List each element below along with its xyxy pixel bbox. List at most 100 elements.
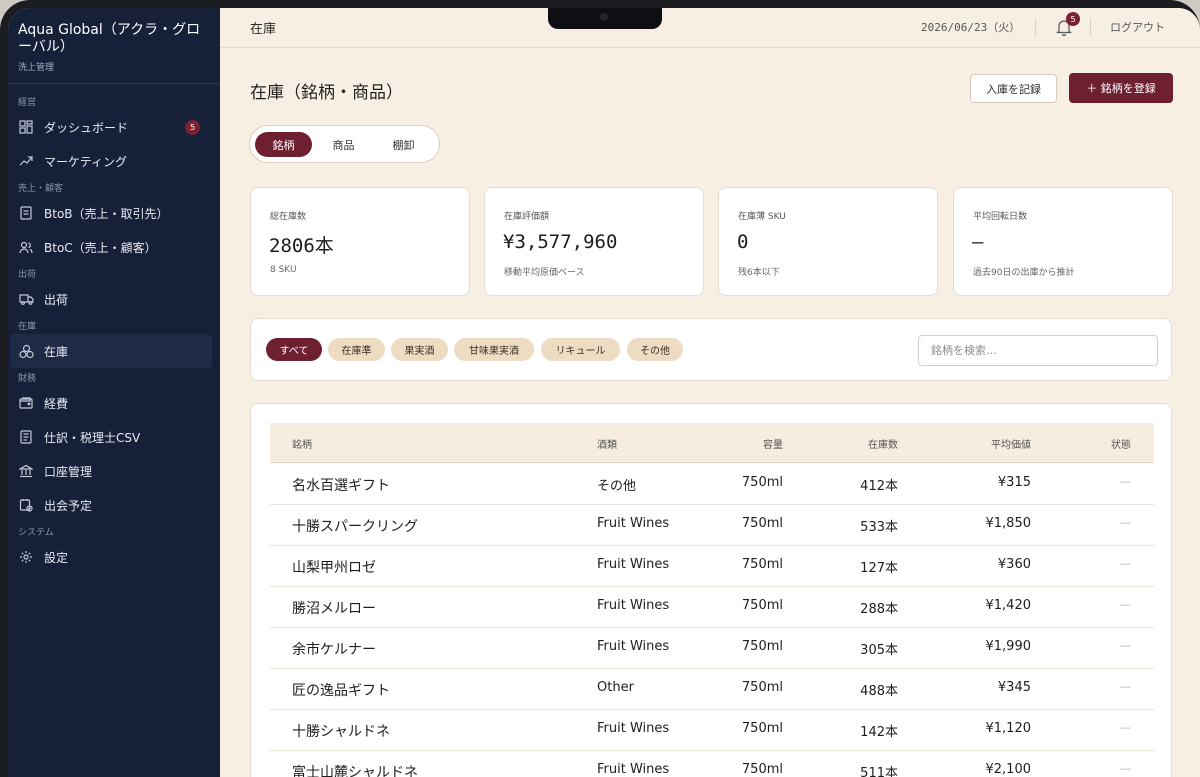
stat-card-total-stock: 総在庫数 2806本 8 SKU — [250, 187, 470, 296]
column-header-brand[interactable]: 銘柄 — [292, 436, 312, 451]
filter-chip-zaiko[interactable]: 在庫準 — [328, 338, 385, 361]
stat-label: 総在庫数 — [270, 212, 307, 222]
stat-subtext: 移動平均原価ベース — [504, 268, 585, 278]
sidebar-item-btoc[interactable]: BtoC（売上・顧客） — [8, 230, 220, 264]
divider — [1035, 18, 1036, 36]
table-row[interactable]: 勝沼メルロー Fruit Wines 750ml 288本 ¥1,420 — — [270, 587, 1154, 628]
cell-type: Fruit Wines — [597, 762, 670, 777]
cell-type: Other — [597, 680, 634, 695]
sidebar-item-inventory[interactable]: 在庫 — [10, 334, 212, 368]
cell-brand: 勝沼メルロー — [292, 601, 376, 617]
brand: Aqua Global（アクラ・グローバル） 洗上管理 — [8, 8, 220, 84]
stat-value: 0 — [737, 231, 749, 253]
filter-chip-fruit-wine[interactable]: 果実酒 — [391, 338, 448, 361]
column-header-type[interactable]: 酒類 — [597, 436, 617, 451]
sidebar-item-label: BtoC（売上・顧客） — [44, 240, 157, 255]
cell-avg-price: ¥315 — [997, 475, 1031, 490]
sidebar: Aqua Global（アクラ・グローバル） 洗上管理 経営 ダッシュボード 5… — [8, 8, 220, 777]
stat-card-turnover: 平均回転日数 — 過去90日の出庫から推計 — [953, 187, 1173, 296]
cell-stock: 533本 — [860, 520, 898, 535]
gear-icon — [18, 549, 34, 565]
table-row[interactable]: 山梨甲州ロゼ Fruit Wines 750ml 127本 ¥360 — — [270, 546, 1154, 587]
cell-type: Fruit Wines — [597, 557, 670, 572]
cell-avg-price: ¥1,420 — [985, 598, 1032, 613]
filter-chip-other[interactable]: その他 — [627, 338, 683, 361]
cell-volume: 750ml — [741, 680, 783, 695]
sidebar-item-schedule[interactable]: 出会予定 — [8, 488, 220, 522]
header-date: 2026/06/23（火） — [921, 21, 1021, 34]
tab-products[interactable]: 商品 — [316, 132, 371, 157]
cell-status: — — [1120, 598, 1131, 611]
cell-avg-price: ¥1,850 — [985, 516, 1032, 531]
app-name: Aqua Global（アクラ・グローバル） — [18, 22, 201, 55]
cell-brand: 匠の逸品ギフト — [292, 683, 390, 699]
cell-stock: 142本 — [860, 725, 898, 740]
filter-chip-liqueur[interactable]: リキュール — [541, 338, 620, 361]
cell-volume: 750ml — [741, 516, 783, 531]
column-header-avg-price[interactable]: 平均価値 — [991, 436, 1031, 451]
section-label-shipping: 出荷 — [18, 270, 37, 280]
sidebar-item-expenses[interactable]: 経費 — [8, 386, 220, 420]
sidebar-item-label: 経費 — [44, 396, 69, 411]
header-title: 在庫 — [250, 22, 277, 37]
tab-stocktake[interactable]: 棚卸 — [376, 132, 431, 157]
sidebar-item-accounts[interactable]: 口座管理 — [8, 454, 220, 488]
cell-stock: 488本 — [860, 684, 898, 699]
section-label-finance: 財務 — [18, 374, 37, 384]
column-header-volume[interactable]: 容量 — [763, 436, 783, 451]
register-brand-button[interactable]: ＋ 銘柄を登録 — [1069, 73, 1173, 103]
table-row[interactable]: 匠の逸品ギフト Other 750ml 488本 ¥345 — — [270, 669, 1154, 710]
filter-bar: すべて 在庫準 果実酒 甘味果実酒 リキュール その他 — [250, 318, 1172, 381]
table-row[interactable]: 十勝スパークリング Fruit Wines 750ml 533本 ¥1,850 — — [270, 505, 1154, 546]
cell-avg-price: ¥2,100 — [985, 762, 1032, 777]
app-subtitle: 洗上管理 — [18, 63, 55, 73]
document-icon — [18, 205, 34, 221]
sidebar-item-shipping[interactable]: 出荷 — [8, 282, 220, 316]
sidebar-item-journal-csv[interactable]: 仕訳・税理士CSV — [8, 420, 220, 454]
sidebar-item-marketing[interactable]: マーケティング — [8, 144, 220, 178]
stat-subtext: 残6本以下 — [738, 268, 780, 278]
cell-avg-price: ¥1,990 — [985, 639, 1032, 654]
stat-label: 在庫薄 SKU — [738, 212, 786, 222]
sidebar-item-dashboard[interactable]: ダッシュボード 5 — [8, 110, 220, 144]
users-icon — [18, 239, 34, 255]
sidebar-item-label: 設定 — [44, 550, 69, 565]
record-receipt-button[interactable]: 入庫を記録 — [970, 74, 1057, 103]
view-tabs: 銘柄 商品 棚卸 — [249, 125, 440, 163]
cell-volume: 750ml — [741, 762, 783, 777]
cell-volume: 750ml — [741, 721, 783, 736]
ledger-icon — [18, 429, 34, 445]
column-header-stock[interactable]: 在庫数 — [868, 436, 898, 451]
table-row[interactable]: 余市ケルナー Fruit Wines 750ml 305本 ¥1,990 — — [270, 628, 1154, 669]
grid-icon — [18, 119, 34, 135]
table-row[interactable]: 名水百選ギフト その他 750ml 412本 ¥315 — — [270, 464, 1154, 505]
cell-brand: 余市ケルナー — [292, 642, 376, 658]
sidebar-item-settings[interactable]: 設定 — [8, 540, 220, 574]
cell-volume: 750ml — [741, 475, 783, 490]
cell-brand: 富士山麓シャルドネ — [292, 765, 418, 777]
bank-icon — [18, 463, 34, 479]
cell-stock: 127本 — [860, 561, 898, 576]
logout-button[interactable]: ログアウト — [1110, 19, 1165, 35]
cell-status: — — [1120, 762, 1131, 775]
table-row[interactable]: 富士山麓シャルドネ Fruit Wines 750ml 511本 ¥2,100 — — [270, 751, 1154, 777]
filter-chip-all[interactable]: すべて — [266, 338, 322, 361]
table-row[interactable]: 十勝シャルドネ Fruit Wines 750ml 142本 ¥1,120 — — [270, 710, 1154, 751]
notification-badge: 5 — [1066, 12, 1080, 26]
tab-brands[interactable]: 銘柄 — [255, 132, 312, 157]
cell-type: Fruit Wines — [597, 639, 670, 654]
stat-value: ¥3,577,960 — [503, 231, 618, 253]
column-header-status[interactable]: 状態 — [1111, 436, 1131, 451]
table-header: 銘柄 酒類 容量 在庫数 平均価値 状態 — [270, 423, 1154, 463]
sidebar-item-btob[interactable]: BtoB（売上・取引先） — [8, 196, 220, 230]
search-input[interactable] — [918, 335, 1158, 366]
cell-type: Fruit Wines — [597, 598, 670, 613]
inventory-table: 銘柄 酒類 容量 在庫数 平均価値 状態 名水百選ギフト その他 750ml 412本… — [250, 403, 1172, 777]
cell-stock: 288本 — [860, 602, 898, 617]
stat-value: 2806本 — [269, 235, 334, 257]
section-label-management: 経営 — [18, 98, 37, 108]
cell-status: — — [1120, 639, 1131, 652]
filter-chip-sweet-fruit-wine[interactable]: 甘味果実酒 — [454, 338, 534, 361]
camera-notch — [548, 8, 662, 29]
dashboard-badge: 5 — [185, 120, 200, 135]
